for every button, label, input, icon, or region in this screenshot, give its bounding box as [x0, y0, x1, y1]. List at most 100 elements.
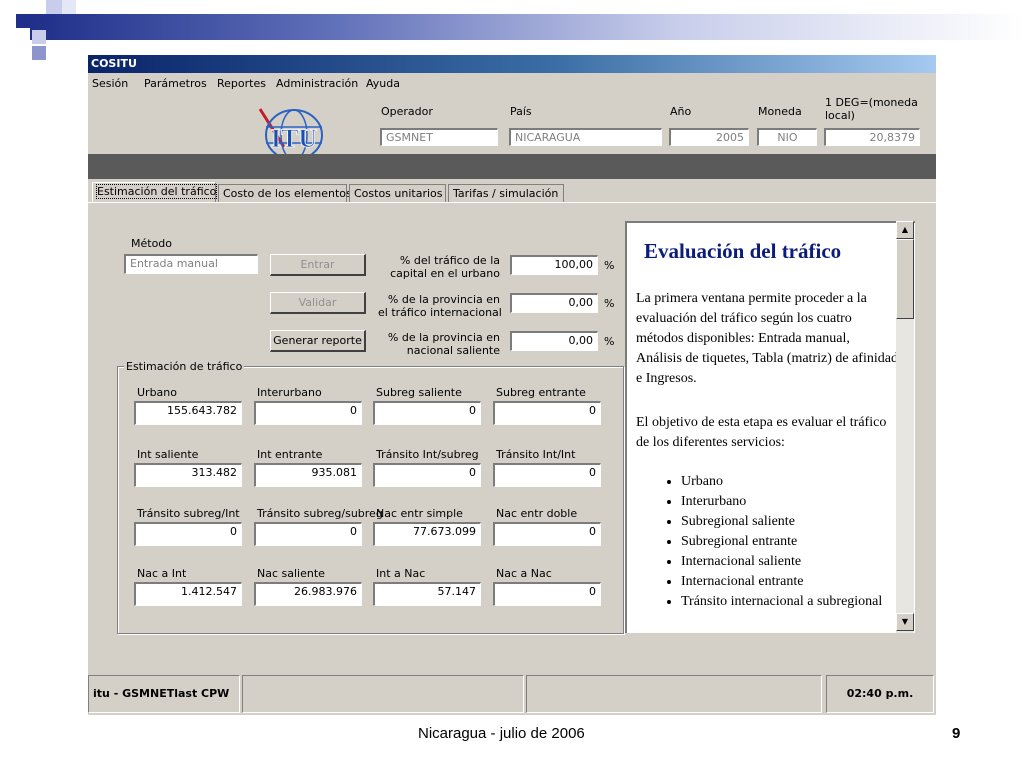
- help-list-item: Subregional entrante: [681, 532, 891, 552]
- pct-label-line: % del tráfico de la: [399, 254, 500, 267]
- status-bar: itu - GSMNETlast CPW 02:40 p.m.: [88, 675, 936, 715]
- operador-field[interactable]: GSMNET: [380, 128, 498, 146]
- operador-label: Operador: [381, 105, 433, 118]
- menu-parametros[interactable]: Parámetros: [144, 77, 207, 90]
- pais-label: País: [510, 105, 532, 118]
- slide-deco-square: [32, 46, 46, 60]
- pct-label-line: capital en el urbano: [390, 267, 500, 280]
- estimacion-title: Estimación de tráfico: [124, 360, 245, 373]
- tab-estimacion[interactable]: Estimación del tráfico: [92, 182, 218, 202]
- moneda-field[interactable]: NIO: [757, 128, 817, 146]
- footer-caption: Nicaragua - julio de 2006: [418, 725, 585, 742]
- estimacion-field[interactable]: 0: [493, 522, 601, 546]
- slide-header-bar: [30, 14, 1024, 40]
- slide-deco-square: [16, 14, 30, 28]
- entrar-button[interactable]: Entrar: [270, 254, 366, 276]
- tab-label: Estimación del tráfico: [95, 184, 218, 199]
- menu-reportes[interactable]: Reportes: [217, 77, 266, 90]
- estimacion-label: Tránsito Int/subreg: [376, 448, 479, 461]
- estimacion-label: Tránsito subreg/subreg: [257, 507, 383, 520]
- estimacion-field[interactable]: 935.081: [254, 463, 362, 487]
- status-session: itu - GSMNETlast CPW: [88, 675, 240, 713]
- estimacion-label: Urbano: [137, 386, 177, 399]
- help-title: Evaluación del tráfico: [644, 239, 842, 263]
- pct-prov-int-label: % de la provincia en el tráfico internaci…: [378, 293, 502, 319]
- pct-unit: %: [604, 297, 615, 310]
- pct-prov-nac-field[interactable]: 0,00: [510, 331, 598, 351]
- estimacion-field[interactable]: 0: [373, 401, 481, 425]
- estimacion-label: Nac a Nac: [496, 567, 552, 580]
- slide-deco-square: [46, 0, 62, 14]
- scroll-up-icon[interactable]: ▲: [896, 221, 914, 239]
- pct-unit: %: [604, 259, 615, 272]
- estimacion-label: Int a Nac: [376, 567, 426, 580]
- generar-reporte-button[interactable]: Generar reporte: [270, 330, 366, 352]
- tab-divider: [88, 202, 936, 203]
- estimacion-field[interactable]: 0: [254, 522, 362, 546]
- help-list: Urbano Interurbano Subregional saliente …: [637, 472, 891, 612]
- pct-prov-int-field[interactable]: 0,00: [510, 293, 598, 313]
- estimacion-label: Tránsito subreg/Int: [137, 507, 240, 520]
- status-time: 02:40 p.m.: [826, 675, 934, 713]
- window-title: COSITU: [91, 57, 137, 70]
- help-scrollbar[interactable]: ▲ ▼: [896, 221, 914, 633]
- menu-administracion[interactable]: Administración: [276, 77, 358, 90]
- menu-sesion[interactable]: Sesión: [92, 77, 128, 90]
- anio-field[interactable]: 2005: [669, 128, 749, 146]
- scroll-thumb[interactable]: [896, 239, 914, 319]
- estimacion-field[interactable]: 0: [493, 401, 601, 425]
- pct-label-line: nacional saliente: [406, 344, 500, 357]
- deg-label-1: 1 DEG=(moneda: [825, 96, 918, 109]
- slide-deco-square: [32, 30, 46, 44]
- help-list-item: Subregional saliente: [681, 512, 891, 532]
- page-number: 9: [952, 725, 961, 742]
- moneda-label: Moneda: [758, 105, 802, 118]
- help-paragraph-2: El objetivo de esta etapa es evaluar el …: [636, 415, 887, 450]
- help-panel[interactable]: Evaluación del tráfico La primera ventan…: [625, 221, 915, 633]
- estimacion-label: Nac saliente: [257, 567, 325, 580]
- estimacion-label: Subreg saliente: [376, 386, 462, 399]
- pct-capital-label: % del tráfico de la capital en el urbano: [378, 254, 500, 280]
- estimacion-field[interactable]: 155.643.782: [134, 401, 242, 425]
- estimacion-field[interactable]: 0: [134, 522, 242, 546]
- estimacion-field[interactable]: 0: [373, 463, 481, 487]
- estimacion-label: Nac entr doble: [496, 507, 578, 520]
- status-panel-empty: [242, 675, 524, 713]
- estimacion-label: Nac a Int: [137, 567, 187, 580]
- estimacion-field[interactable]: 313.482: [134, 463, 242, 487]
- estimacion-label: Int entrante: [257, 448, 323, 461]
- title-bar: COSITU: [88, 55, 936, 73]
- menu-ayuda[interactable]: Ayuda: [366, 77, 400, 90]
- validar-button[interactable]: Validar: [270, 292, 366, 314]
- estimacion-field[interactable]: 0: [254, 401, 362, 425]
- pct-label-line: el tráfico internacional: [378, 306, 502, 319]
- cositu-window: COSITU Sesión Parámetros Reportes Admini…: [88, 55, 936, 715]
- estimacion-label: Interurbano: [257, 386, 322, 399]
- toolbar-band: [88, 154, 936, 179]
- scroll-down-icon[interactable]: ▼: [896, 613, 914, 631]
- estimacion-field[interactable]: 1.412.547: [134, 582, 242, 606]
- tab-costo-elementos[interactable]: Costo de los elementos: [218, 184, 352, 202]
- help-list-item: Interurbano: [681, 492, 891, 512]
- tab-costos-unitarios[interactable]: Costos unitarios: [349, 184, 446, 202]
- menu-bar: Sesión Parámetros Reportes Administració…: [88, 75, 936, 93]
- estimacion-label: Tránsito Int/Int: [496, 448, 576, 461]
- estimacion-label: Int saliente: [137, 448, 199, 461]
- logo-text: ITU: [271, 124, 317, 153]
- estimacion-field[interactable]: 26.983.976: [254, 582, 362, 606]
- estimacion-field[interactable]: 77.673.099: [373, 522, 481, 546]
- estimacion-field[interactable]: 0: [493, 463, 601, 487]
- metodo-label: Método: [131, 237, 173, 250]
- pct-capital-field[interactable]: 100,00: [510, 255, 598, 275]
- help-list-item: Tránsito internacional a subregional: [681, 592, 891, 612]
- help-list-item: Internacional entrante: [681, 572, 891, 592]
- tab-tarifas[interactable]: Tarifas / simulación: [448, 184, 564, 202]
- deg-field[interactable]: 20,8379: [824, 128, 920, 146]
- metodo-field[interactable]: Entrada manual: [124, 254, 258, 274]
- pais-field[interactable]: NICARAGUA: [509, 128, 662, 146]
- anio-label: Año: [670, 105, 692, 118]
- estimacion-field[interactable]: 57.147: [373, 582, 481, 606]
- status-panel-empty: [526, 675, 822, 713]
- estimacion-label: Nac entr simple: [376, 507, 463, 520]
- estimacion-field[interactable]: 0: [493, 582, 601, 606]
